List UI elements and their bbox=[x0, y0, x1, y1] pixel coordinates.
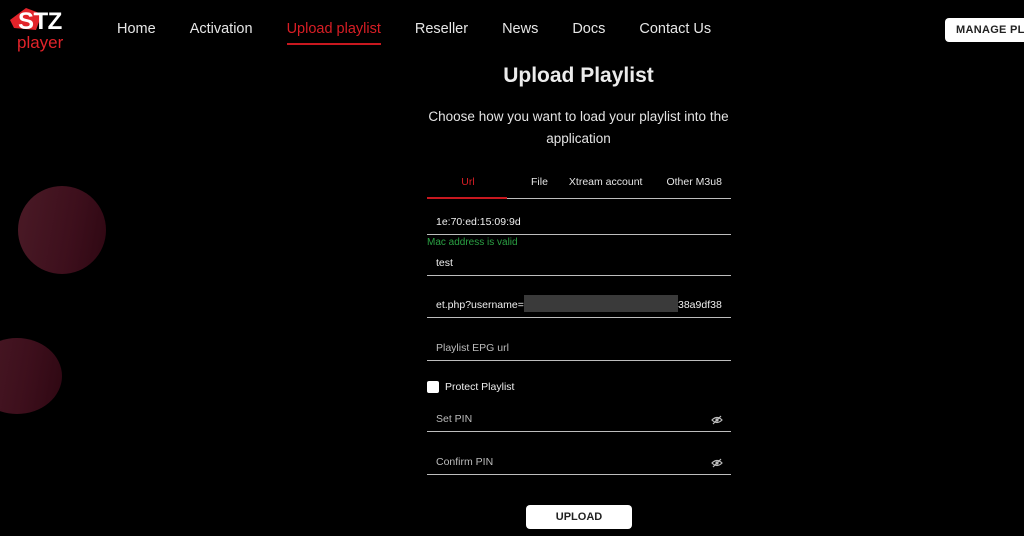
nav-news[interactable]: News bbox=[502, 21, 538, 37]
nav-docs[interactable]: Docs bbox=[572, 21, 605, 37]
eye-slash-icon[interactable] bbox=[711, 458, 723, 468]
upload-button[interactable]: UPLOAD bbox=[526, 505, 632, 529]
tab-other-m3u8[interactable]: Other M3u8 bbox=[666, 172, 721, 198]
epg-url-input[interactable]: Playlist EPG url bbox=[427, 337, 731, 361]
set-pin-input[interactable]: Set PIN bbox=[427, 408, 731, 432]
playlist-name-input[interactable]: test bbox=[427, 252, 731, 276]
nav-upload-playlist[interactable]: Upload playlist bbox=[286, 21, 382, 45]
eye-slash-icon[interactable] bbox=[711, 415, 723, 425]
tab-xtream-account[interactable]: Xtream account bbox=[569, 172, 643, 198]
nav-contact-us[interactable]: Contact Us bbox=[639, 21, 711, 37]
page-title: Upload Playlist bbox=[503, 64, 654, 87]
logo-text: STZ bbox=[18, 8, 62, 35]
protect-playlist-row[interactable]: Protect Playlist bbox=[427, 381, 514, 393]
nav-activation[interactable]: Activation bbox=[190, 21, 253, 37]
protect-playlist-checkbox[interactable] bbox=[427, 381, 439, 393]
main-nav: Home Activation Upload playlist Reseller… bbox=[117, 21, 745, 45]
playlist-url-suffix: 38a9df38 bbox=[678, 299, 722, 311]
playlist-url-prefix: et.php?username= bbox=[436, 299, 524, 311]
upload-method-tabs: Url File Xtream account Other M3u8 bbox=[427, 172, 731, 199]
mac-validation-message: Mac address is valid bbox=[427, 237, 518, 248]
manage-playlist-button[interactable]: MANAGE PLAYLIST bbox=[945, 18, 1024, 42]
tab-file[interactable]: File bbox=[531, 172, 548, 198]
page-subtitle: Choose how you want to load your playlis… bbox=[428, 109, 729, 146]
logo-subtext: player bbox=[17, 33, 64, 52]
confirm-pin-input[interactable]: Confirm PIN bbox=[427, 451, 731, 475]
decorative-circle bbox=[18, 186, 106, 274]
decorative-circle bbox=[0, 338, 62, 414]
redacted-region bbox=[524, 295, 678, 312]
mac-address-input[interactable]: 1e:70:ed:15:09:9d bbox=[427, 211, 731, 235]
nav-reseller[interactable]: Reseller bbox=[415, 21, 468, 37]
nav-home[interactable]: Home bbox=[117, 21, 156, 37]
logo[interactable]: STZ player bbox=[6, 6, 76, 56]
tab-url[interactable]: Url bbox=[427, 172, 507, 199]
protect-playlist-label: Protect Playlist bbox=[445, 381, 515, 393]
